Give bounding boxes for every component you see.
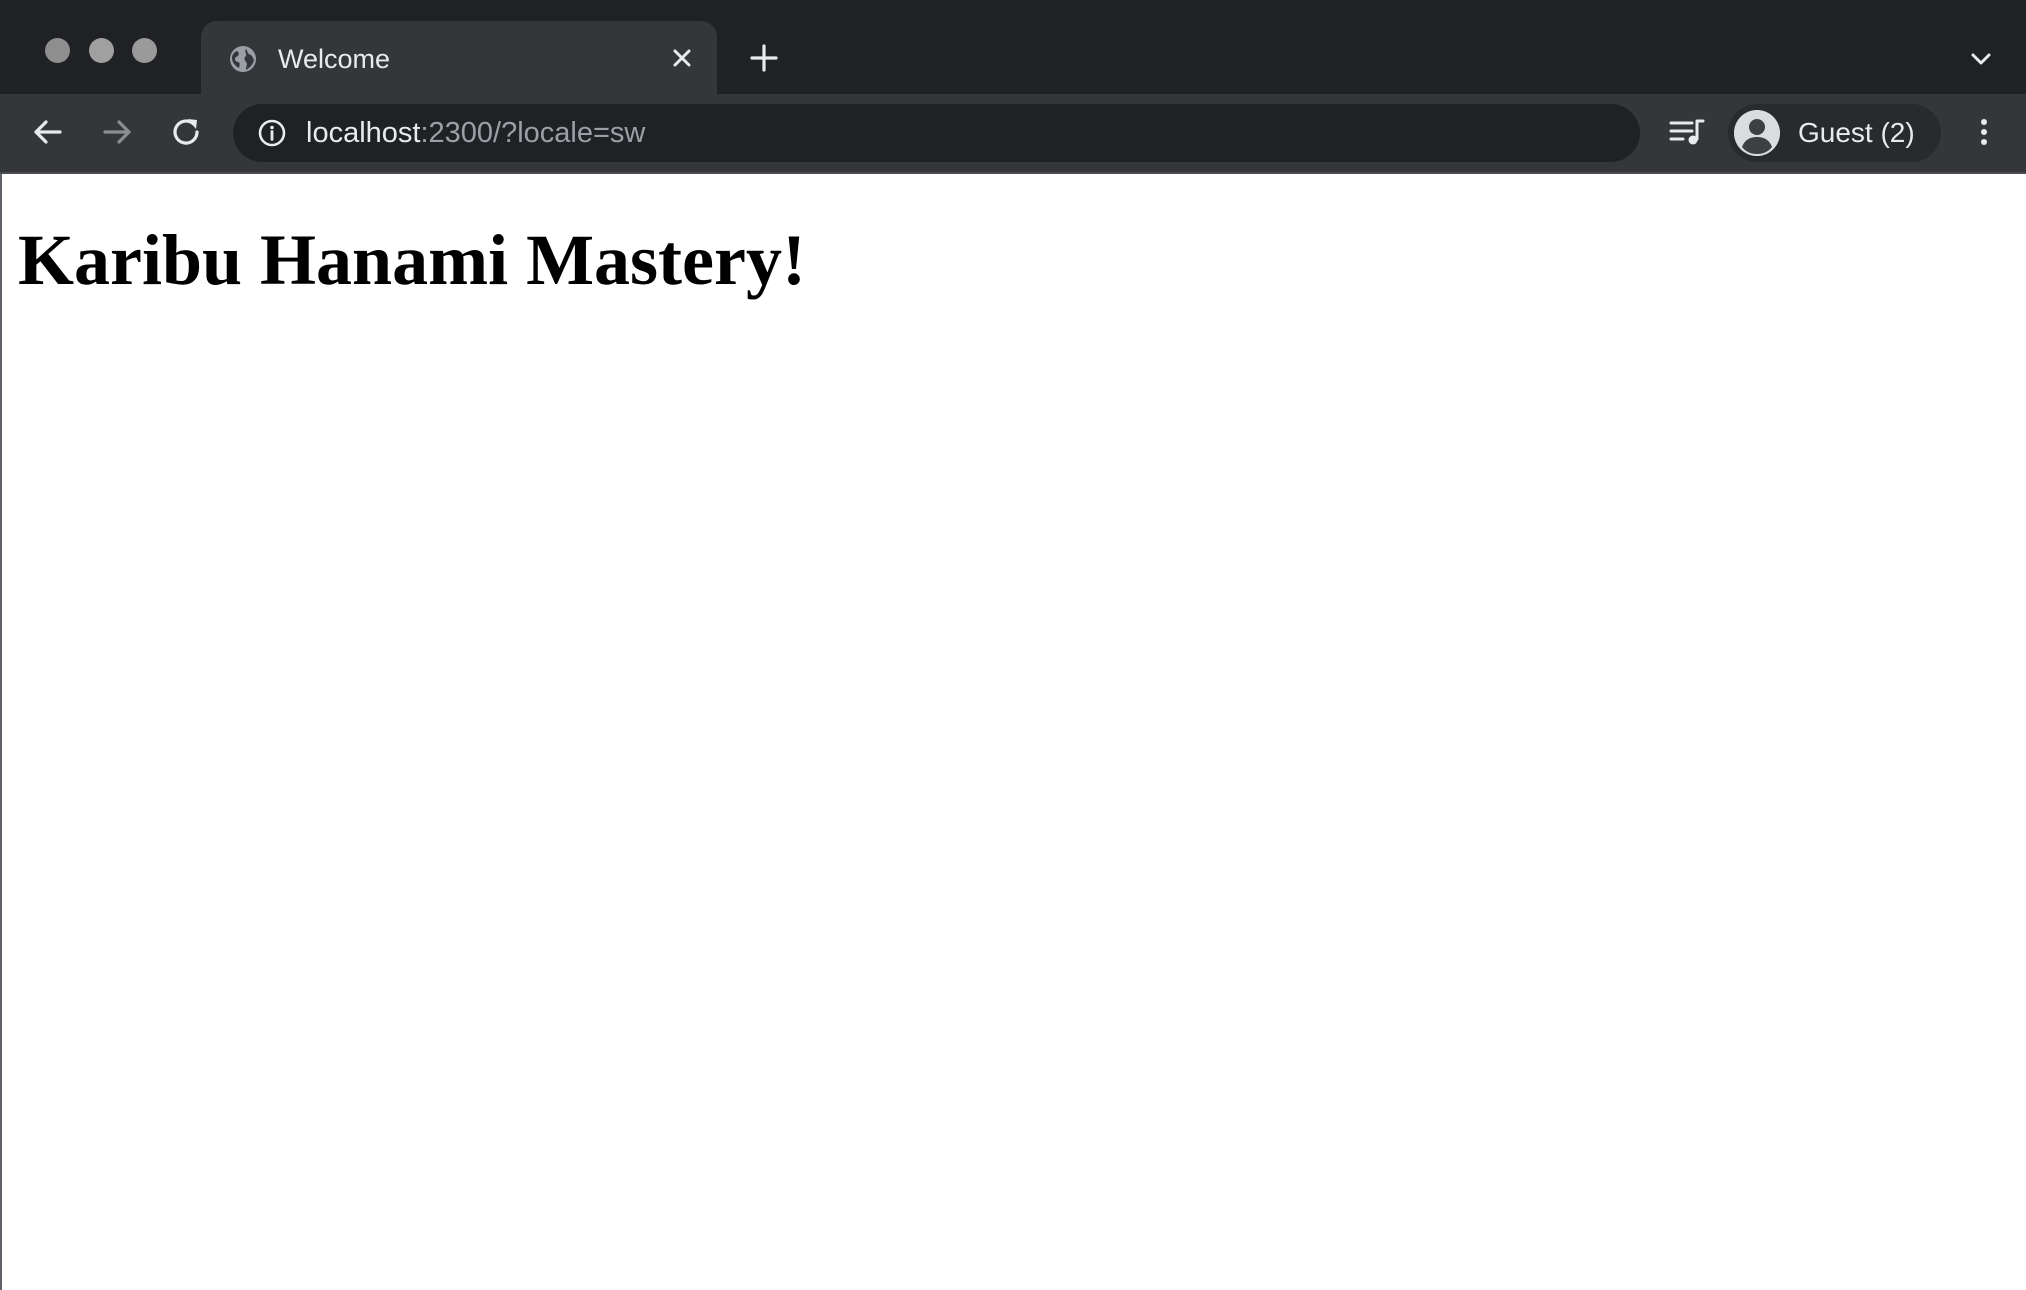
address-bar[interactable]: localhost:2300/?locale=sw bbox=[233, 104, 1640, 162]
arrow-left-icon[interactable] bbox=[30, 114, 66, 150]
person-icon bbox=[1734, 110, 1780, 156]
tab-strip: Welcome bbox=[0, 0, 2026, 94]
chevron-down-icon[interactable] bbox=[1968, 46, 1994, 72]
tab-title: Welcome bbox=[278, 44, 391, 74]
reload-icon[interactable] bbox=[168, 114, 204, 150]
page-content: Karibu Hanami Mastery! bbox=[0, 174, 2026, 1290]
page-title: Karibu Hanami Mastery! bbox=[18, 220, 806, 300]
minimize-window-button[interactable] bbox=[89, 38, 114, 63]
browser-window: Welcome localhost:2300/?locale=sw Guest … bbox=[0, 0, 2026, 1290]
plus-icon[interactable] bbox=[748, 42, 780, 74]
arrow-right-icon[interactable] bbox=[99, 114, 135, 150]
url-text[interactable]: localhost:2300/?locale=sw bbox=[306, 116, 645, 150]
globe-icon bbox=[227, 43, 259, 75]
profile-label: Guest (2) bbox=[1798, 117, 1915, 148]
profile-button[interactable]: Guest (2) bbox=[1728, 104, 1941, 162]
kebab-menu-icon[interactable] bbox=[1966, 114, 2002, 150]
maximize-window-button[interactable] bbox=[132, 38, 157, 63]
tab-welcome[interactable]: Welcome bbox=[201, 21, 717, 94]
info-icon[interactable] bbox=[257, 118, 287, 148]
toolbar: localhost:2300/?locale=sw Guest (2) bbox=[0, 94, 2026, 174]
close-window-button[interactable] bbox=[45, 38, 70, 63]
close-icon[interactable] bbox=[667, 43, 697, 73]
url-path: :2300/?locale=sw bbox=[420, 117, 646, 149]
url-host: localhost bbox=[306, 117, 421, 149]
media-control-icon[interactable] bbox=[1668, 114, 1706, 150]
